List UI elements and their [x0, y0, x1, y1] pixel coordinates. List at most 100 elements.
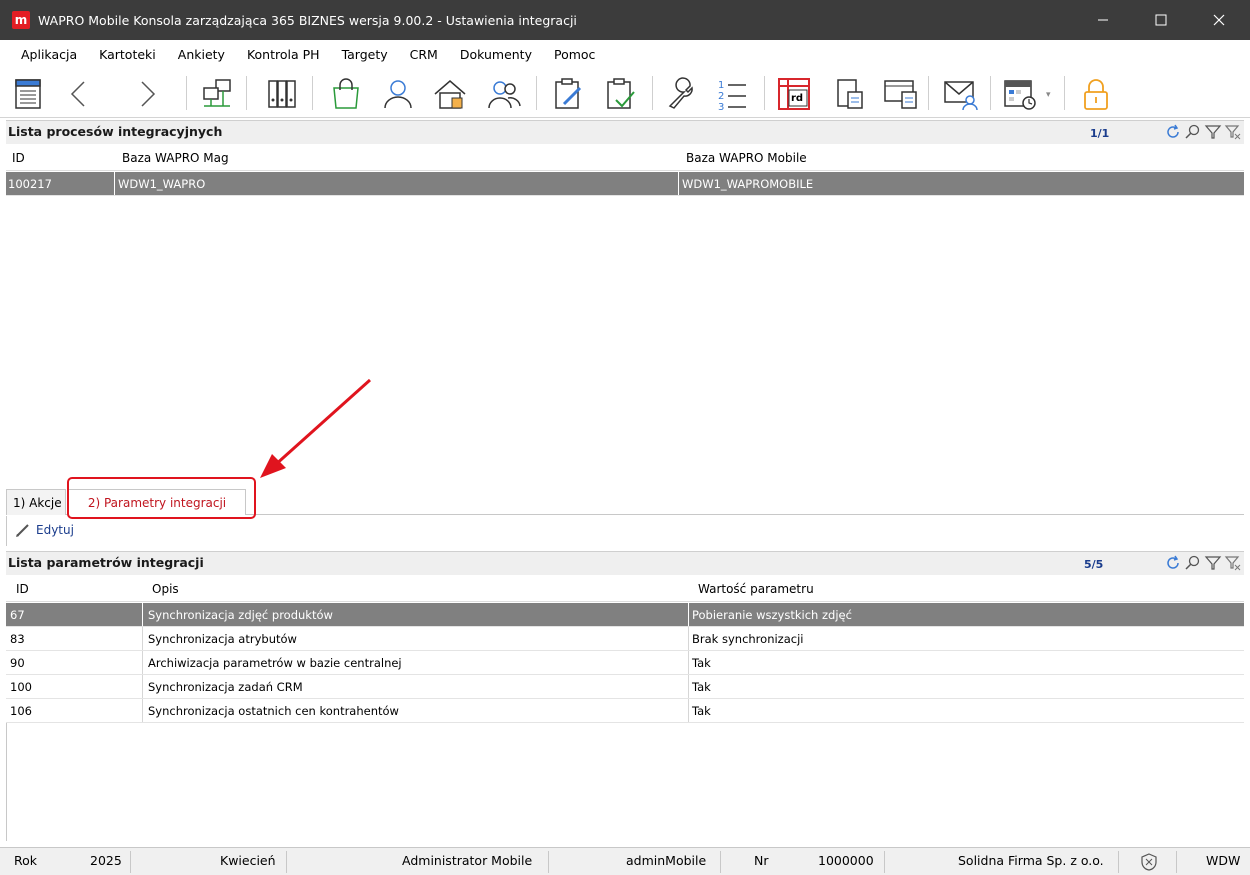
table-row[interactable]: 90 Archiwizacja parametrów w bazie centr…: [6, 651, 1244, 675]
shield-icon[interactable]: [1140, 853, 1158, 871]
table-row[interactable]: 67 Synchronizacja zdjęć produktów Pobier…: [6, 603, 1244, 627]
cell-divider: [114, 172, 115, 195]
settings-button[interactable]: [662, 74, 702, 114]
filter-icon[interactable]: [1204, 123, 1222, 141]
status-rok-value: 2025: [90, 853, 122, 868]
menu-kontrola-ph[interactable]: Kontrola PH: [236, 47, 331, 62]
tab-akcje[interactable]: 1) Akcje: [6, 489, 66, 515]
minimize-icon: [1098, 19, 1108, 21]
rd-label: rd: [791, 93, 804, 104]
form-icon: [15, 79, 41, 109]
menu-crm[interactable]: CRM: [399, 47, 449, 62]
network-button[interactable]: [198, 74, 238, 114]
column-header-wartosc[interactable]: Wartość parametru: [698, 582, 814, 596]
cell-baza-mag: WDW1_WAPRO: [118, 177, 206, 191]
status-divider: [884, 851, 885, 873]
cell-id: 83: [10, 632, 25, 646]
status-bar: Rok 2025 Kwiecień Administrator Mobile a…: [0, 847, 1250, 875]
column-header-id[interactable]: ID: [16, 582, 29, 596]
clear-filter-icon[interactable]: [1224, 123, 1242, 141]
status-divider: [286, 851, 287, 873]
orders-button[interactable]: [326, 74, 366, 114]
cell-wartosc: Pobieranie wszystkich zdjęć: [692, 608, 852, 622]
table-row[interactable]: 100217 WDW1_WAPRO WDW1_WAPROMOBILE: [6, 172, 1244, 196]
network-icon: [203, 79, 231, 107]
status-nr-label: Nr: [754, 853, 769, 868]
clipboard-check-button[interactable]: [600, 74, 640, 114]
cell-divider: [142, 699, 143, 722]
cell-id: 90: [10, 656, 25, 670]
binders-button[interactable]: [262, 74, 302, 114]
toolbar-separator: [312, 76, 313, 110]
cell-baza-mobile: WDW1_WAPROMOBILE: [682, 177, 814, 191]
status-divider: [1118, 851, 1119, 873]
status-firma: Solidna Firma Sp. z o.o.: [958, 853, 1104, 868]
cell-wartosc: Brak synchronizacji: [692, 632, 804, 646]
search-icon[interactable]: [1184, 123, 1202, 141]
warehouse-button[interactable]: [430, 74, 470, 114]
refresh-icon[interactable]: [1164, 554, 1182, 572]
cell-wartosc: Tak: [692, 704, 711, 718]
filter-icon[interactable]: [1204, 554, 1222, 572]
column-header-opis[interactable]: Opis: [152, 582, 179, 596]
clipboard-edit-button[interactable]: [548, 74, 588, 114]
cell-opis: Archiwizacja parametrów w bazie centraln…: [148, 656, 402, 670]
monitor-icon: [884, 80, 917, 109]
param-list-title: Lista parametrów integracji: [8, 555, 204, 570]
table-row[interactable]: 83 Synchronizacja atrybutów Brak synchro…: [6, 627, 1244, 651]
menu-dokumenty[interactable]: Dokumenty: [449, 47, 543, 62]
numbering-button[interactable]: 123: [712, 74, 752, 114]
annotation-highlight-box: [67, 477, 256, 519]
close-button[interactable]: [1196, 0, 1242, 40]
back-arrow-icon: [70, 81, 85, 107]
integration-list-tools: [1164, 123, 1242, 141]
users-icon: [488, 81, 521, 109]
search-icon[interactable]: [1184, 554, 1202, 572]
document-button[interactable]: [830, 74, 870, 114]
users-button[interactable]: [484, 74, 524, 114]
menu-ankiety[interactable]: Ankiety: [167, 47, 236, 62]
maximize-button[interactable]: [1138, 0, 1184, 40]
column-header-id[interactable]: ID: [12, 151, 25, 165]
minimize-button[interactable]: [1080, 0, 1126, 40]
lock-button[interactable]: [1076, 74, 1116, 114]
house-icon: [434, 80, 466, 109]
cell-divider: [688, 699, 689, 722]
table-row[interactable]: 100 Synchronizacja zadań CRM Tak: [6, 675, 1244, 699]
contractors-button[interactable]: [378, 74, 418, 114]
binders-icon: [268, 80, 296, 108]
forward-button[interactable]: [128, 74, 168, 114]
calendar-button[interactable]: [1000, 74, 1040, 114]
refresh-icon[interactable]: [1164, 123, 1182, 141]
monitor-button[interactable]: [880, 74, 920, 114]
status-login: adminMobile: [626, 853, 707, 868]
cell-opis: Synchronizacja atrybutów: [148, 632, 297, 646]
clipboard-check-icon: [607, 78, 635, 109]
menu-kartoteki[interactable]: Kartoteki: [88, 47, 167, 62]
rd-table-button[interactable]: rd: [774, 74, 814, 114]
cell-id: 106: [10, 704, 32, 718]
column-header-baza-mag[interactable]: Baza WAPRO Mag: [122, 151, 229, 165]
form-button[interactable]: [8, 74, 48, 114]
column-header-baza-mobile[interactable]: Baza WAPRO Mobile: [686, 151, 807, 165]
integration-list-columns: ID Baza WAPRO Mag Baza WAPRO Mobile: [6, 145, 1244, 171]
edit-button[interactable]: Edytuj: [15, 522, 74, 538]
menu-targety[interactable]: Targety: [331, 47, 399, 62]
menu-pomoc[interactable]: Pomoc: [543, 47, 606, 62]
toolbar-separator: [652, 76, 653, 110]
table-row[interactable]: 106 Synchronizacja ostatnich cen kontrah…: [6, 699, 1244, 723]
cell-divider: [688, 627, 689, 650]
integration-list-header: Lista procesów integracyjnych 1/1: [6, 120, 1244, 144]
menu-aplikacja[interactable]: Aplikacja: [10, 47, 88, 62]
status-db: WDW: [1206, 853, 1241, 868]
cell-divider: [678, 172, 679, 195]
status-divider: [720, 851, 721, 873]
clipboard-edit-icon: [555, 78, 582, 109]
cell-opis: Synchronizacja zadań CRM: [148, 680, 303, 694]
calendar-dropdown-icon[interactable]: ▾: [1046, 90, 1051, 100]
clear-filter-icon[interactable]: [1224, 554, 1242, 572]
back-button[interactable]: [58, 74, 98, 114]
annotation-arrow: [260, 378, 372, 478]
close-icon: [1213, 14, 1225, 26]
mail-button[interactable]: [940, 74, 980, 114]
